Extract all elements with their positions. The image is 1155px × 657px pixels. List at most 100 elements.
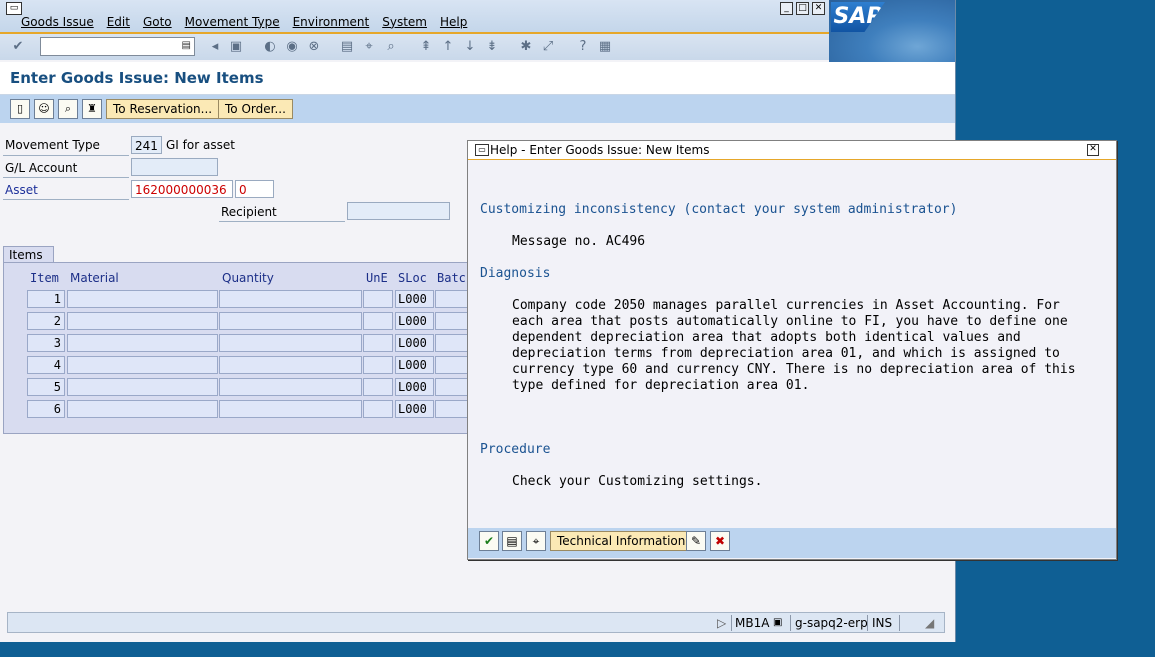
item-cell-une[interactable]: [363, 378, 393, 396]
items-table: Item Material Quantity UnE SLoc Batch 1L…: [3, 262, 475, 434]
find-icon[interactable]: ⌖: [526, 531, 546, 551]
shortcut-icon[interactable]: ⤢: [540, 39, 556, 55]
item-cell-sloc[interactable]: L000: [395, 334, 434, 352]
label-underline: [3, 155, 129, 156]
last-page-icon[interactable]: ⇟: [484, 39, 500, 55]
enter-icon[interactable]: ✔: [10, 39, 26, 55]
movement-type-field[interactable]: 241: [131, 136, 162, 154]
item-cell-une[interactable]: [363, 334, 393, 352]
close-icon[interactable]: ✕: [1087, 144, 1099, 156]
new-document-icon[interactable]: ▯: [10, 99, 30, 119]
label-underline: [3, 199, 129, 200]
item-cell-material[interactable]: [67, 334, 218, 352]
menu-movement-type[interactable]: Movement Type: [185, 15, 280, 29]
item-cell-item[interactable]: 4: [27, 356, 65, 374]
layout-icon[interactable]: ▦: [597, 39, 613, 55]
item-cell-sloc[interactable]: L000: [395, 290, 434, 308]
item-cell-quantity[interactable]: [219, 312, 362, 330]
window-menu-icon[interactable]: ▭: [6, 2, 22, 15]
back-icon[interactable]: ◐: [262, 39, 278, 55]
cancel-icon[interactable]: ✖: [710, 531, 730, 551]
item-cell-une[interactable]: [363, 290, 393, 308]
item-cell-quantity[interactable]: [219, 400, 362, 418]
item-cell-une[interactable]: [363, 312, 393, 330]
item-cell-item[interactable]: 2: [27, 312, 65, 330]
column-unit[interactable]: UnE: [366, 271, 388, 285]
stamp-icon[interactable]: ♜: [82, 99, 102, 119]
item-cell-material[interactable]: [67, 400, 218, 418]
column-sloc[interactable]: SLoc: [398, 271, 427, 285]
diagnosis-heading: Diagnosis: [480, 266, 551, 281]
item-cell-item[interactable]: 3: [27, 334, 65, 352]
minimize-icon[interactable]: _: [780, 2, 793, 15]
title-area: Enter Goods Issue: New Items: [0, 62, 955, 95]
person-icon[interactable]: ☺: [34, 99, 54, 119]
recipient-label: Recipient: [221, 205, 277, 219]
pencil-icon[interactable]: ✎: [686, 531, 706, 551]
item-cell-quantity[interactable]: [219, 356, 362, 374]
to-reservation-button[interactable]: To Reservation...: [106, 99, 220, 119]
column-quantity[interactable]: Quantity: [222, 271, 274, 285]
item-cell-quantity[interactable]: [219, 378, 362, 396]
item-cell-material[interactable]: [67, 378, 218, 396]
check-icon[interactable]: ✔: [479, 531, 499, 551]
first-page-icon[interactable]: ⇞: [418, 39, 434, 55]
technical-information-button[interactable]: Technical Information: [550, 531, 693, 551]
server-name: g-sapq2-erp: [795, 616, 868, 630]
menu-goods-issue[interactable]: Goods Issue: [21, 15, 94, 29]
column-item[interactable]: Item: [30, 271, 59, 285]
menu-help[interactable]: Help: [440, 15, 467, 29]
diagnosis-line: Company code 2050 manages parallel curre…: [512, 298, 1060, 313]
help-icon[interactable]: ?: [575, 39, 591, 55]
item-cell-sloc[interactable]: L000: [395, 312, 434, 330]
help-dialog: ▭ Help - Enter Goods Issue: New Items ✕ …: [467, 140, 1117, 560]
collapse-icon[interactable]: ◂: [207, 39, 223, 55]
item-cell-item[interactable]: 1: [27, 290, 65, 308]
menu-edit[interactable]: Edit: [107, 15, 130, 29]
close-window-icon[interactable]: ✕: [812, 2, 825, 15]
print-icon[interactable]: ▤: [339, 39, 355, 55]
new-session-icon[interactable]: ✱: [518, 39, 534, 55]
asset-subnumber-field[interactable]: 0: [235, 180, 274, 198]
find-next-icon[interactable]: ⌕: [383, 39, 399, 55]
menu-system[interactable]: System: [382, 15, 427, 29]
cancel-icon[interactable]: ⊗: [306, 39, 322, 55]
item-cell-quantity[interactable]: [219, 290, 362, 308]
menu-environment[interactable]: Environment: [293, 15, 370, 29]
exit-icon[interactable]: ◉: [284, 39, 300, 55]
maximize-icon[interactable]: □: [796, 2, 809, 15]
recipient-field[interactable]: [347, 202, 450, 220]
diagnosis-line: dependent depreciation area that adopts …: [512, 330, 1021, 345]
status-separator: [867, 615, 868, 631]
item-cell-une[interactable]: [363, 356, 393, 374]
movement-type-label: Movement Type: [5, 138, 100, 152]
resize-grip-icon[interactable]: ◢: [925, 616, 934, 630]
item-cell-material[interactable]: [67, 312, 218, 330]
column-material[interactable]: Material: [70, 271, 119, 285]
item-cell-item[interactable]: 6: [27, 400, 65, 418]
gl-account-field[interactable]: [131, 158, 218, 176]
find-icon[interactable]: ⌖: [361, 39, 377, 55]
item-cell-material[interactable]: [67, 290, 218, 308]
item-cell-une[interactable]: [363, 400, 393, 418]
menu-goto[interactable]: Goto: [143, 15, 172, 29]
previous-page-icon[interactable]: ↑: [440, 39, 456, 55]
command-field[interactable]: ▤: [40, 37, 195, 56]
transaction-list-icon[interactable]: ▣: [773, 616, 782, 630]
input-mode: INS: [872, 616, 893, 630]
asset-field[interactable]: 162000000036: [131, 180, 233, 198]
item-cell-sloc[interactable]: L000: [395, 378, 434, 396]
item-cell-item[interactable]: 5: [27, 378, 65, 396]
status-bar: ▷ MB1A ▣ g-sapq2-erp INS ◢: [7, 612, 945, 633]
item-cell-material[interactable]: [67, 356, 218, 374]
to-order-button[interactable]: To Order...: [218, 99, 293, 119]
status-play-icon[interactable]: ▷: [717, 616, 726, 630]
zoom-icon[interactable]: ⌕: [58, 99, 78, 119]
item-cell-sloc[interactable]: L000: [395, 356, 434, 374]
next-page-icon[interactable]: ↓: [462, 39, 478, 55]
print-icon[interactable]: ▤: [502, 531, 522, 551]
item-cell-quantity[interactable]: [219, 334, 362, 352]
command-history-icon[interactable]: ▤: [182, 40, 191, 51]
item-cell-sloc[interactable]: L000: [395, 400, 434, 418]
save-icon[interactable]: ▣: [228, 39, 244, 55]
